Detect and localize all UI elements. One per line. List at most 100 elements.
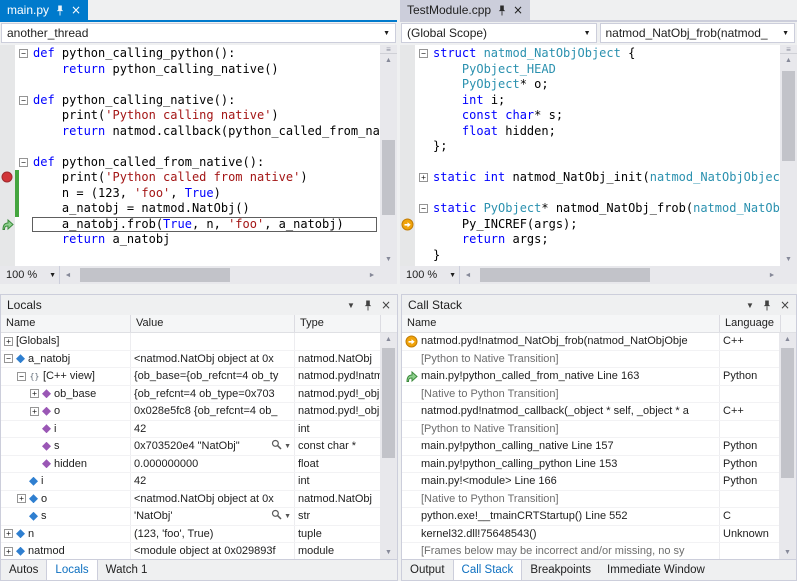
fold-toggle[interactable]: −	[19, 158, 28, 167]
toolwindow-tab-locals[interactable]: Locals	[46, 560, 97, 580]
locals-row[interactable]: +n(123, 'foo', True)tuple	[1, 526, 397, 544]
locals-row[interactable]: +[Globals]	[1, 333, 397, 351]
code-editor-testmodule-cpp[interactable]: −struct natmod_NatObjObject { PyObject_H…	[400, 45, 797, 266]
current-frame-arrow-icon[interactable]	[1, 218, 14, 231]
code-line[interactable]: return python_calling_native()	[0, 62, 380, 78]
tab-testmodule-cpp[interactable]: TestModule.cpp ×	[400, 0, 530, 20]
code-area[interactable]: −def python_calling_python(): return pyt…	[0, 46, 380, 266]
callstack-row[interactable]: python.exe!__tmainCRTStartup() Line 552C	[402, 508, 796, 526]
scroll-left-arrow[interactable]: ◄	[60, 266, 76, 284]
code-line[interactable]	[400, 186, 780, 202]
code-line[interactable]: −struct natmod_NatObjObject {	[400, 46, 780, 62]
locals-row[interactable]: s'NatObj'▼str	[1, 508, 397, 526]
code-line[interactable]: −def python_calling_python():	[0, 46, 380, 62]
vertical-scrollbar[interactable]: ≡ ▲ ▼	[780, 45, 797, 266]
callstack-row[interactable]: [Native to Python Transition]	[402, 386, 796, 404]
callstack-titlebar[interactable]: Call Stack ▼ ×	[402, 295, 796, 315]
code-line[interactable]: +static int natmod_NatObj_init(natmod_Na…	[400, 170, 780, 186]
scroll-up-arrow[interactable]: ▲	[380, 333, 397, 346]
code-line[interactable]: return args;	[400, 232, 780, 248]
locals-row[interactable]: s0x703520e4 "NatObj"▼const char *	[1, 438, 397, 456]
toolwindow-tab-immediate-window[interactable]: Immediate Window	[599, 560, 713, 580]
close-icon[interactable]: ×	[71, 4, 81, 16]
scrollbar-thumb[interactable]	[382, 140, 395, 215]
collapse-toggle[interactable]: −	[17, 372, 26, 381]
toolwindow-tab-output[interactable]: Output	[402, 560, 453, 580]
code-line[interactable]: a_natobj.frob(True, n, 'foo', a_natobj)	[0, 217, 380, 233]
code-line[interactable]: Py_INCREF(args);	[400, 217, 780, 233]
splitter-grip[interactable]: ≡	[380, 45, 397, 54]
code-line[interactable]: return natmod.callback(python_called_fro…	[0, 124, 380, 140]
locals-row[interactable]: +natmod<module object at 0x029893fmodule	[1, 543, 397, 559]
pin-icon[interactable]	[363, 300, 373, 311]
current-statement-icon[interactable]	[401, 218, 414, 231]
code-line[interactable]	[0, 139, 380, 155]
breakpoint-icon[interactable]	[1, 171, 14, 184]
callstack-row[interactable]: [Frames below may be incorrect and/or mi…	[402, 543, 796, 559]
fold-toggle[interactable]: −	[419, 204, 428, 213]
callstack-row[interactable]: main.py!python_calling_python Line 153Py…	[402, 456, 796, 474]
zoom-dropdown[interactable]: 100 % ▼	[400, 266, 460, 284]
expand-toggle[interactable]: +	[4, 547, 13, 556]
scroll-up-arrow[interactable]: ▲	[780, 54, 797, 67]
fold-toggle[interactable]: −	[19, 96, 28, 105]
code-line[interactable]: −static PyObject* natmod_NatObj_frob(nat…	[400, 201, 780, 217]
window-menu-icon[interactable]: ▼	[746, 301, 754, 310]
locals-row[interactable]: i42int	[1, 473, 397, 491]
callstack-row[interactable]: natmod.pyd!natmod_callback(_object * sel…	[402, 403, 796, 421]
code-line[interactable]: return a_natobj	[0, 232, 380, 248]
vertical-scrollbar[interactable]: ▲ ▼	[779, 333, 796, 559]
toolwindow-tab-autos[interactable]: Autos	[1, 560, 46, 580]
scrollbar-thumb[interactable]	[782, 71, 795, 161]
text-visualizer-button[interactable]: ▼	[267, 509, 291, 523]
collapse-toggle[interactable]: −	[4, 354, 13, 363]
pin-icon[interactable]	[762, 300, 772, 311]
fold-toggle[interactable]: −	[19, 49, 28, 58]
column-header-value[interactable]: Value	[131, 315, 295, 332]
callstack-row[interactable]: [Python to Native Transition]	[402, 351, 796, 369]
callstack-row[interactable]: main.py!python_called_from_native Line 1…	[402, 368, 796, 386]
callstack-row[interactable]: main.py!<module> Line 166Python	[402, 473, 796, 491]
chevron-down-icon[interactable]: ▼	[284, 513, 291, 520]
code-line[interactable]: PyObject* o;	[400, 77, 780, 93]
toolwindow-tab-call-stack[interactable]: Call Stack	[453, 560, 523, 580]
code-line[interactable]: float hidden;	[400, 124, 780, 140]
scrollbar-thumb[interactable]	[382, 348, 395, 458]
locals-row[interactable]: i42int	[1, 421, 397, 439]
code-line[interactable]: a_natobj = natmod.NatObj()	[0, 201, 380, 217]
scroll-down-arrow[interactable]: ▼	[380, 546, 397, 559]
horizontal-scrollbar[interactable]	[76, 266, 364, 284]
scrollbar-thumb[interactable]	[781, 348, 794, 478]
expand-toggle[interactable]: +	[4, 337, 13, 346]
scroll-down-arrow[interactable]: ▼	[380, 253, 397, 266]
scroll-down-arrow[interactable]: ▼	[780, 253, 797, 266]
locals-row[interactable]: −{}[C++ view]{ob_base={ob_refcnt=4 ob_ty…	[1, 368, 397, 386]
horizontal-scrollbar[interactable]	[476, 266, 764, 284]
close-icon[interactable]: ×	[780, 299, 790, 311]
scrollbar-thumb[interactable]	[480, 268, 650, 282]
locals-titlebar[interactable]: Locals ▼ ×	[1, 295, 397, 315]
close-icon[interactable]: ×	[381, 299, 391, 311]
expand-toggle[interactable]: +	[30, 389, 39, 398]
code-line[interactable]: −def python_called_from_native():	[0, 155, 380, 171]
code-line[interactable]: PyObject_HEAD	[400, 62, 780, 78]
toolwindow-tab-breakpoints[interactable]: Breakpoints	[522, 560, 599, 580]
scroll-left-arrow[interactable]: ◄	[460, 266, 476, 284]
scroll-right-arrow[interactable]: ►	[364, 266, 380, 284]
scroll-right-arrow[interactable]: ►	[764, 266, 780, 284]
expand-toggle[interactable]: +	[17, 494, 26, 503]
callstack-row[interactable]: [Native to Python Transition]	[402, 491, 796, 509]
locals-row[interactable]: +o0x028e5fc8 {ob_refcnt=4 ob_natmod.pyd!…	[1, 403, 397, 421]
locals-row[interactable]: +ob_base{ob_refcnt=4 ob_type=0x703natmod…	[1, 386, 397, 404]
code-line[interactable]: n = (123, 'foo', True)	[0, 186, 380, 202]
chevron-down-icon[interactable]: ▼	[284, 443, 291, 450]
code-line[interactable]: −def python_calling_native():	[0, 93, 380, 109]
scrollbar-thumb[interactable]	[80, 268, 230, 282]
window-menu-icon[interactable]: ▼	[347, 301, 355, 310]
code-line[interactable]	[400, 155, 780, 171]
expand-toggle[interactable]: +	[30, 407, 39, 416]
vertical-scrollbar[interactable]: ≡ ▲ ▼	[380, 45, 397, 266]
code-line[interactable]	[0, 77, 380, 93]
member-dropdown[interactable]: natmod_NatObj_frob(natmod_ ▼	[600, 23, 796, 43]
scroll-down-arrow[interactable]: ▼	[779, 546, 796, 559]
